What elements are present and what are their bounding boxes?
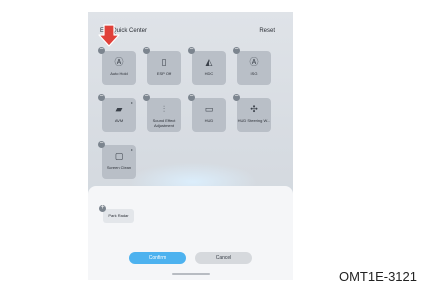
tile-esp-off[interactable]: − ▯ ESP Off [143,46,181,85]
hud-steering-icon: ✣ [250,104,258,114]
reset-button[interactable]: Reset [259,28,275,34]
figure-code: OMT1E-3121 [338,269,417,284]
chip-label: Park Radar [108,213,129,218]
tile-hud-steering[interactable]: − ✣ HUD Steering W... [233,93,271,132]
tile-auto-hold[interactable]: − Ⓐ Auto Hold [98,46,136,85]
remove-icon[interactable]: − [98,93,105,101]
pointer-arrow-icon [98,24,120,47]
isg-icon: Ⓐ [249,57,259,67]
tile-hud[interactable]: − ▭ HUD [188,93,226,132]
remove-icon[interactable]: − [98,140,105,148]
remove-icon[interactable]: − [233,46,240,54]
esp-off-icon: ▯ [161,57,167,67]
tile-hdc[interactable]: − ◭ HDC [188,46,226,85]
hud-icon: ▭ [204,104,214,114]
remove-icon[interactable]: − [143,46,150,54]
tile-label: Sound Effect Adjustment [152,118,176,128]
tile-sound-effect[interactable]: − ⫶ Sound Effect Adjustment [143,93,181,132]
tile-label: Auto Hold [110,71,128,76]
auto-hold-icon: Ⓐ [114,57,124,67]
tile-label: ISG [250,71,258,76]
cancel-button[interactable]: Cancel [195,252,252,264]
sound-effect-icon: ⫶ [162,104,166,114]
tile-isg[interactable]: − Ⓐ ISG [233,46,271,85]
remove-icon[interactable]: − [233,93,240,101]
tile-avm[interactable]: − ▸ ▰ AVM [98,93,136,132]
quick-center-screen: Edit Quick Center Reset − Ⓐ Auto Hold − … [88,12,293,280]
tile-label: HUD Steering W... [237,118,271,123]
drag-handle[interactable] [172,273,210,275]
tile-screen-clean[interactable]: − ▸ ▢ Screen Clean [98,140,136,179]
tile-label: HUD [204,118,214,123]
tile-label: Screen Clean [106,165,132,170]
remove-icon[interactable]: − [98,46,105,54]
tile-label: ESP Off [156,71,172,76]
screen-clean-icon: ▢ [114,151,124,161]
tile-label: HDC [204,71,214,76]
chip-park-radar[interactable]: + Park Radar [99,204,134,223]
hdc-icon: ◭ [205,57,213,67]
remove-icon[interactable]: − [188,46,195,54]
add-items-sheet: + Park Radar Confirm Cancel [88,186,293,280]
add-icon[interactable]: + [99,204,106,212]
remove-icon[interactable]: − [188,93,195,101]
remove-icon[interactable]: − [143,93,150,101]
tile-label: AVM [114,118,124,123]
avm-icon: ▰ [115,104,123,114]
confirm-button[interactable]: Confirm [129,252,186,264]
